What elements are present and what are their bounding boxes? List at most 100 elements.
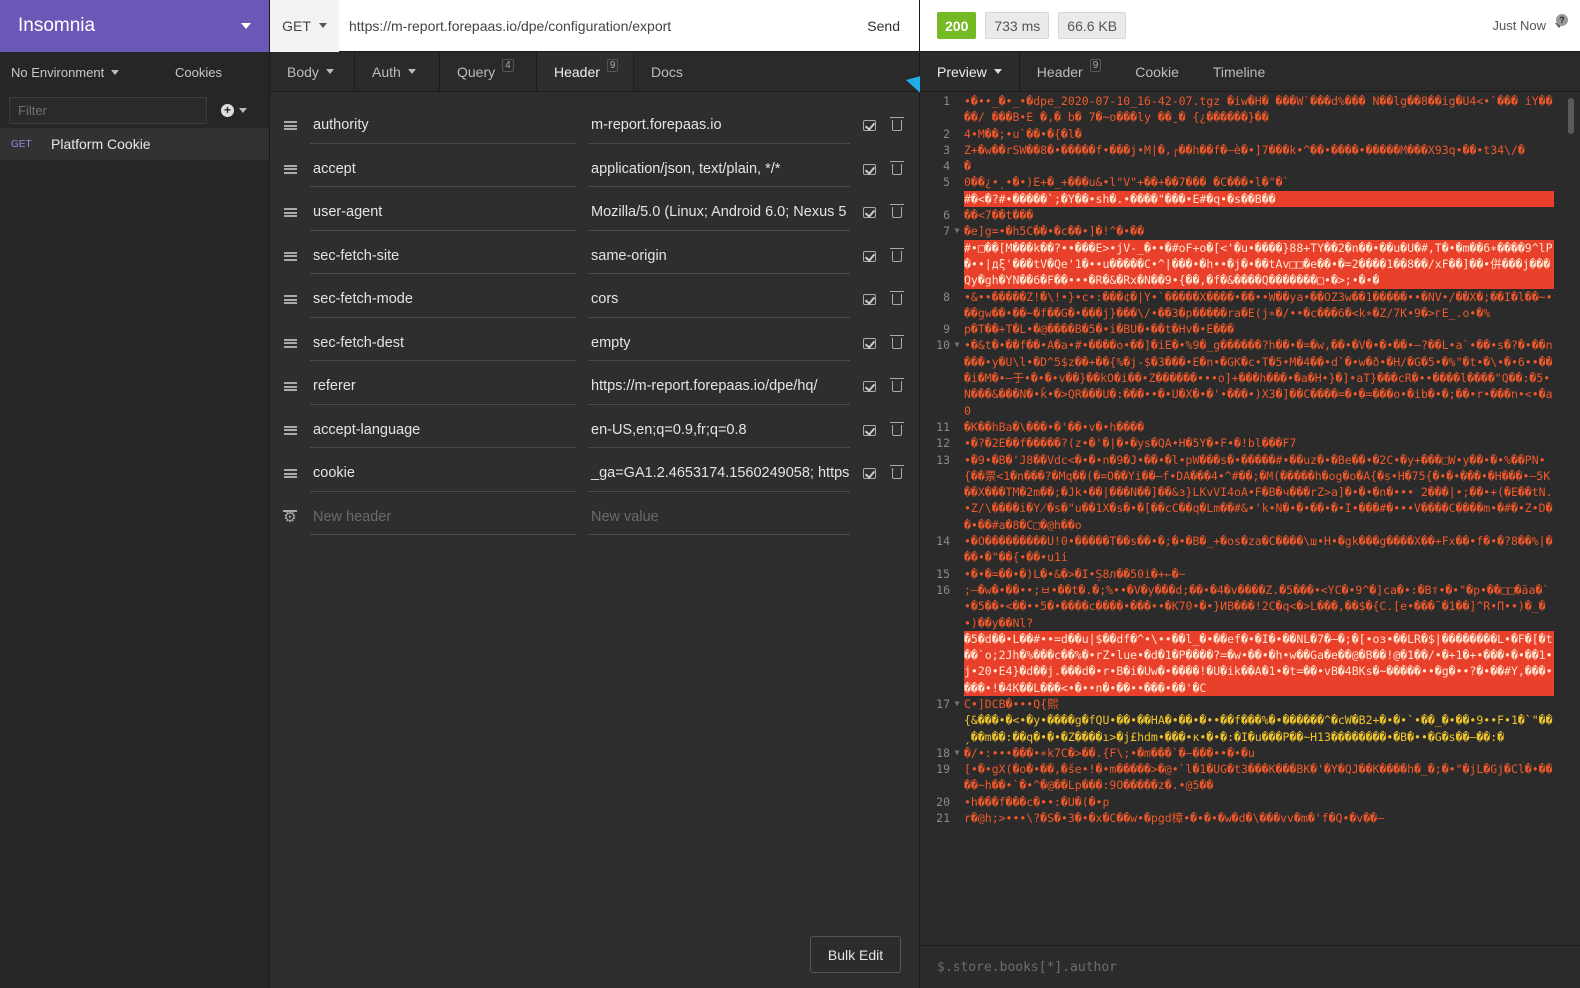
header-value-input[interactable]: application/json, text/plain, */* xyxy=(588,151,850,188)
checkbox-icon[interactable] xyxy=(863,381,876,393)
header-value-input[interactable]: cors xyxy=(588,282,850,318)
response-status-bar: 200 733 ms 66.6 KB Just Now xyxy=(920,0,1580,52)
header-name-input[interactable]: sec-fetch-site xyxy=(310,238,576,275)
trash-icon[interactable] xyxy=(890,291,904,306)
code-text: �K��hBa�\���•�'��•v�•h���� xyxy=(964,419,1145,434)
tab-query[interactable]: Query 4 xyxy=(440,52,537,91)
checkbox-icon[interactable] xyxy=(863,163,876,175)
gear-icon[interactable]: ⚙ xyxy=(270,508,310,526)
code-line: #�<�?#•�����`;�Y��•sh�.•����"���•E#�q•�s… xyxy=(920,190,1580,208)
header-value-input[interactable]: empty xyxy=(588,325,850,362)
response-preview[interactable]: 1 •�••_�•_•�dpe_2020-07-10_16-42-07.tgz �… xyxy=(920,93,1580,945)
drag-handle-icon[interactable] xyxy=(270,338,310,348)
header-name-input[interactable]: authority xyxy=(310,108,576,144)
fold-toggle-icon[interactable] xyxy=(950,712,964,745)
header-name-input[interactable]: cookie xyxy=(310,456,576,492)
drag-handle-icon[interactable] xyxy=(270,251,310,261)
history-dropdown[interactable]: Just Now xyxy=(1493,18,1563,33)
code-text: #�<�?#•�����`;�Y��•sh�.•����"���•E#�q•�s… xyxy=(964,190,1554,208)
drag-handle-icon[interactable] xyxy=(270,425,310,435)
header-name-input[interactable]: user-agent xyxy=(310,195,576,231)
header-name-input[interactable]: referer xyxy=(310,369,576,405)
response-filter-input[interactable]: $.store.books[*].author xyxy=(920,945,1580,988)
fold-toggle-icon[interactable]: ▼ xyxy=(950,745,964,761)
trash-icon[interactable] xyxy=(890,247,904,262)
checkbox-icon[interactable] xyxy=(863,207,876,219)
fold-toggle-icon xyxy=(950,158,964,174)
tab-label: Docs xyxy=(651,63,683,80)
tab-header[interactable]: Header 9 xyxy=(537,52,634,91)
checkbox-icon[interactable] xyxy=(863,337,876,349)
trash-icon[interactable] xyxy=(890,378,904,393)
fold-toggle-icon[interactable]: ▼ xyxy=(950,337,964,418)
status-code-badge: 200 xyxy=(937,12,977,39)
request-pane: GET https://m-report.forepaas.io/dpe/con… xyxy=(270,0,1075,988)
new-header-input[interactable]: New header xyxy=(310,499,576,536)
workspace-menu[interactable]: Insomnia xyxy=(0,0,269,52)
tab-preview[interactable]: Preview xyxy=(920,52,1020,91)
line-number: 9 xyxy=(943,322,950,337)
trash-icon[interactable] xyxy=(890,117,904,132)
header-value-input[interactable]: https://m-report.forepaas.io/dpe/hq/ xyxy=(588,369,850,405)
trash-icon[interactable] xyxy=(890,204,904,219)
header-value-input[interactable]: m-report.forepaas.io xyxy=(588,108,850,144)
bulk-edit-button[interactable]: Bulk Edit xyxy=(810,936,901,973)
code-text: •�•�=��•�)L�•&�>�I•̠S8л��50i�+←�~ xyxy=(964,566,1186,581)
drag-handle-icon[interactable] xyxy=(270,382,310,392)
checkbox-icon[interactable] xyxy=(863,468,876,480)
new-value-input[interactable]: New value xyxy=(588,499,850,536)
header-value-input[interactable]: en-US,en;q=0.9,fr;q=0.8 xyxy=(588,412,850,449)
line-number: 7 xyxy=(943,224,950,239)
url-input[interactable]: https://m-report.forepaas.io/dpe/configu… xyxy=(339,18,848,34)
sidebar-request-item[interactable]: GET Platform Cookie xyxy=(0,128,269,160)
header-value-input[interactable]: _ga=GA1.2.4653174.1560249058; httpsh xyxy=(588,456,850,492)
header-name-input[interactable]: accept xyxy=(310,151,576,188)
headers-list: authority m-report.forepaas.io accept appli… xyxy=(270,104,920,539)
tab-count-badge: 4 xyxy=(502,59,514,72)
cookies-button[interactable]: Cookies xyxy=(175,65,222,80)
trash-icon[interactable] xyxy=(890,160,904,175)
trash-icon[interactable] xyxy=(890,465,904,480)
drag-handle-icon[interactable] xyxy=(270,121,310,131)
tab-timeline[interactable]: Timeline xyxy=(1196,52,1282,91)
drag-handle-icon[interactable] xyxy=(270,208,310,218)
send-button[interactable]: Send xyxy=(848,18,919,34)
fold-toggle-icon[interactable]: ▼ xyxy=(950,223,964,239)
code-line: �5�d��•L��#••=d��u|$��df�^•\••��l_�•��ef… xyxy=(920,630,1580,696)
header-name-input[interactable]: accept-language xyxy=(310,412,576,449)
add-request-button[interactable]: + xyxy=(221,103,247,117)
environment-select[interactable]: No Environment xyxy=(11,65,175,80)
fold-toggle-icon xyxy=(950,142,964,158)
drag-handle-icon[interactable] xyxy=(270,164,310,174)
checkbox-icon[interactable] xyxy=(863,250,876,262)
code-text: •�9•�B�'J8��Vdc<�•�•n�9�J•��•�l•рW���s�•… xyxy=(964,452,1553,532)
checkbox-icon[interactable] xyxy=(863,294,876,306)
tab-cookie[interactable]: Cookie xyxy=(1118,52,1196,91)
chevron-down-icon xyxy=(325,69,334,74)
drag-handle-icon[interactable] xyxy=(270,469,310,479)
header-name-input[interactable]: sec-fetch-mode xyxy=(310,282,576,318)
trash-icon[interactable] xyxy=(890,334,904,349)
tab-response-header[interactable]: Header 9 xyxy=(1020,52,1118,91)
header-value-input[interactable]: Mozilla/5.0 (Linux; Android 6.0; Nexus 5… xyxy=(588,195,850,231)
scrollbar[interactable] xyxy=(1568,98,1574,134)
tab-docs[interactable]: Docs xyxy=(634,52,700,91)
header-name-input[interactable]: sec-fetch-dest xyxy=(310,325,576,362)
header-value-input[interactable]: same-origin xyxy=(588,238,850,275)
code-text: �/•:•••���•∗k7C�>��.{F\;•�m���`�–���••�•… xyxy=(964,745,1255,760)
checkbox-icon[interactable] xyxy=(863,120,876,132)
trash-icon[interactable] xyxy=(890,421,904,436)
checkbox-icon[interactable] xyxy=(863,424,876,436)
environment-row: No Environment Cookies xyxy=(0,52,269,92)
fold-toggle-icon[interactable] xyxy=(950,240,964,289)
help-icon[interactable]: ? xyxy=(1556,14,1568,26)
code-line: 5 0��¿•ˎ•�•)E+�_+���u&•l"V"+��+��7��� �C�… xyxy=(920,174,1580,190)
tab-auth[interactable]: Auth xyxy=(355,52,440,91)
tab-body[interactable]: Body xyxy=(270,52,355,91)
drag-handle-icon[interactable] xyxy=(270,295,310,305)
code-line: 11 �K��hBa�\���•�'��•v�•h���� xyxy=(920,419,1580,435)
fold-toggle-icon xyxy=(950,566,964,582)
method-dropdown[interactable]: GET xyxy=(270,0,339,52)
fold-toggle-icon[interactable]: ▼ xyxy=(950,696,964,712)
sidebar-filter-input[interactable] xyxy=(9,96,207,124)
